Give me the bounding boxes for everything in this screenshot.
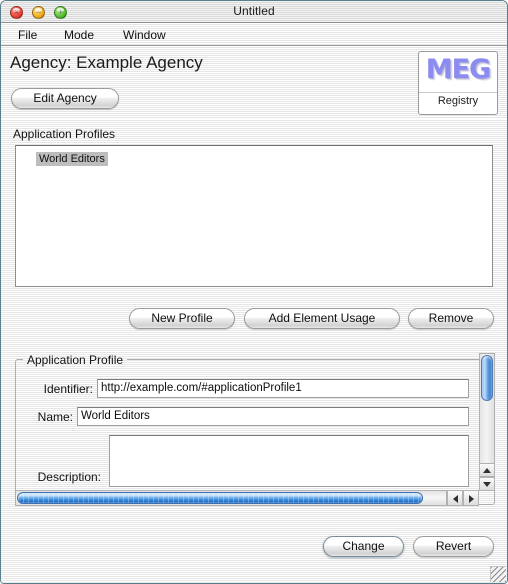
- application-profiles-list[interactable]: World Editors: [15, 145, 493, 287]
- resize-grip-icon[interactable]: [490, 566, 506, 582]
- application-profiles-label: Application Profiles: [13, 127, 116, 141]
- description-label: Description:: [37, 470, 101, 484]
- menu-item-mode[interactable]: Mode: [60, 27, 98, 43]
- revert-button[interactable]: Revert: [413, 536, 494, 557]
- horizontal-scrollbar-thumb[interactable]: [17, 492, 423, 504]
- application-window: × − + Untitled File Mode Window Agency: …: [0, 0, 508, 584]
- menu-item-file[interactable]: File: [14, 27, 41, 43]
- form-horizontal-scrollbar[interactable]: [15, 490, 447, 506]
- scroll-up-button[interactable]: [479, 463, 495, 477]
- list-item[interactable]: World Editors: [36, 152, 108, 166]
- logo-subtitle: Registry: [437, 95, 479, 107]
- new-profile-button[interactable]: New Profile: [129, 308, 235, 329]
- scroll-down-button[interactable]: [479, 477, 495, 491]
- menu-bar: File Mode Window: [1, 23, 507, 46]
- edit-agency-button[interactable]: Edit Agency: [11, 88, 119, 109]
- scroll-down-arrow-icon: [483, 482, 491, 487]
- add-element-usage-button[interactable]: Add Element Usage: [244, 308, 400, 329]
- application-profile-group-label: Application Profile: [23, 353, 128, 367]
- scroll-left-button[interactable]: [447, 490, 463, 506]
- identifier-field[interactable]: http://example.com/#applicationProfile1: [97, 379, 469, 398]
- page-title: Agency: Example Agency: [10, 53, 203, 72]
- remove-button[interactable]: Remove: [408, 308, 494, 329]
- scroll-right-arrow-icon: [469, 495, 474, 503]
- name-field[interactable]: World Editors: [77, 407, 469, 426]
- window-title: Untitled: [233, 4, 275, 18]
- meg-registry-logo: MEG Registry: [418, 51, 498, 115]
- window-titlebar: × − + Untitled: [1, 1, 507, 23]
- meg-logo-mark: MEG: [425, 54, 491, 85]
- scroll-left-arrow-icon: [453, 495, 458, 503]
- name-label: Name:: [37, 410, 73, 424]
- vertical-scrollbar-thumb[interactable]: [481, 355, 493, 401]
- scroll-right-button[interactable]: [463, 490, 479, 506]
- identifier-label: Identifier:: [43, 382, 93, 396]
- scroll-up-arrow-icon: [483, 468, 491, 473]
- application-profile-form: Application Profile Identifier: http://e…: [15, 353, 495, 505]
- description-field[interactable]: [109, 435, 469, 487]
- change-button[interactable]: Change: [323, 536, 404, 557]
- logo-divider: [419, 92, 497, 93]
- menu-item-window[interactable]: Window: [119, 27, 170, 43]
